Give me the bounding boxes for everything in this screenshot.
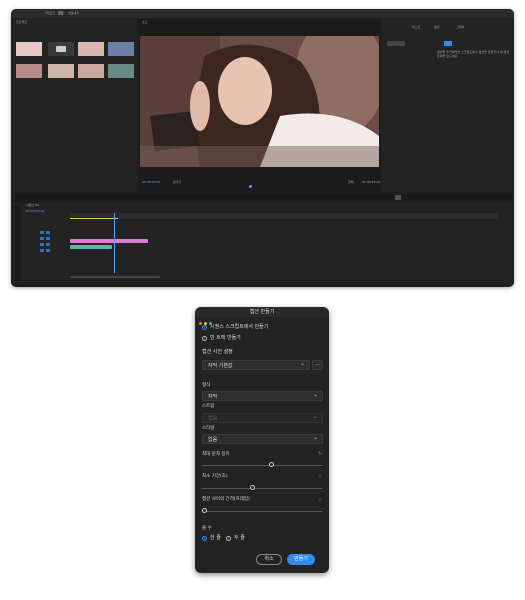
sequence-thumb[interactable] — [108, 64, 134, 78]
work-area-bar[interactable] — [70, 218, 118, 219]
chevron-right-icon: › — [319, 474, 321, 480]
chevron-down-icon: ⌄ — [312, 391, 318, 398]
track-headers — [40, 229, 70, 269]
slider-thumb[interactable] — [250, 485, 255, 490]
lines-label: 줄 수 — [202, 526, 212, 531]
captions-help-text: 캡션을 추가하려면 스크립트에서 캡션을 만들거나 새 캡션 트랙을 만드세요. — [437, 50, 509, 58]
preset-label: 캡션 사전 설정 — [202, 349, 233, 355]
resolution-select[interactable]: 전체 — [348, 180, 354, 184]
dialog-title: 캡션 만들기 — [249, 309, 275, 315]
sequence-tab[interactable]: 시퀀스 01 — [26, 203, 39, 207]
preset-value: 자막 기본값 — [208, 363, 233, 369]
audio-clip[interactable] — [70, 245, 112, 249]
chevron-down-icon: ⌄ — [299, 360, 305, 367]
video-clip[interactable] — [70, 239, 148, 243]
create-caption-button[interactable] — [387, 41, 405, 46]
close-dot[interactable] — [199, 322, 202, 325]
format-label: 형식 — [202, 383, 211, 388]
duration-label: 00:00:15:00 — [362, 180, 381, 184]
timeline-panel: 시퀀스 01 00:00:03:04 — [13, 203, 512, 283]
dialog-titlebar: 캡션 만들기 — [195, 307, 329, 325]
project-tab[interactable]: 프로젝트 — [16, 20, 27, 24]
workspace-toolbar — [13, 194, 512, 211]
folder-icon[interactable] — [48, 42, 74, 56]
slider-thumb[interactable] — [269, 462, 274, 467]
panel-tab-graphics[interactable]: 그래픽 — [456, 25, 464, 29]
panel-tab-captions[interactable]: 캡션 — [434, 25, 440, 29]
time-ruler[interactable] — [70, 213, 498, 219]
gap-slider[interactable] — [202, 508, 323, 513]
media-thumb[interactable] — [78, 64, 104, 78]
preview-photo — [140, 36, 379, 167]
monitor-playhead[interactable] — [249, 185, 252, 188]
project-panel: 프로젝트 — [13, 19, 137, 192]
min-duration-label: 최소 기간(초) — [202, 474, 228, 479]
timeline-playhead[interactable] — [114, 213, 115, 273]
nav-edit[interactable]: 편집 — [58, 11, 64, 15]
preview-timecode[interactable]: 00:00:03:04 — [142, 180, 160, 184]
timeline-timecode[interactable]: 00:00:03:04 — [26, 209, 44, 213]
stream-value: 없음 — [208, 416, 218, 422]
option-empty-label: 빈 트랙 만들기 — [210, 335, 241, 341]
style-value: 없음 — [208, 437, 218, 443]
format-dropdown[interactable]: 자막 ⌄ — [202, 391, 323, 401]
preset-more-button[interactable]: ... — [312, 360, 323, 370]
media-thumb[interactable] — [48, 64, 74, 78]
radio-from-transcript[interactable] — [202, 325, 207, 330]
cancel-button[interactable]: 취소 — [256, 554, 282, 565]
premiere-window: 가져오기 편집 내보내기 프로젝트 소스 00:00:03:04 맞추기 전체 … — [11, 9, 514, 287]
panel-tab-text[interactable]: 텍스트 — [412, 25, 420, 29]
reset-icon[interactable]: ↻ — [318, 451, 322, 457]
max-length-slider[interactable] — [202, 462, 323, 467]
radio-single-line[interactable] — [202, 536, 207, 541]
chevron-down-icon: ⌄ — [312, 413, 318, 420]
toggle-button[interactable] — [395, 195, 401, 200]
media-thumb[interactable] — [16, 42, 42, 56]
stream-label: 스트림 — [202, 404, 215, 409]
create-captions-dialog: 캡션 만들기 시퀀스 스크립트에서 만들기 빈 트랙 만들기 캡션 사전 설정 … — [195, 307, 329, 573]
tools-column[interactable] — [13, 206, 21, 281]
transcript-button[interactable] — [444, 41, 452, 46]
nav-export[interactable]: 내보내기 — [68, 11, 79, 15]
min-duration-slider[interactable] — [202, 485, 323, 490]
option-transcript-label: 시퀀스 스크립트에서 만들기 — [210, 324, 269, 330]
style-label: 스타일 — [202, 426, 215, 431]
stream-dropdown[interactable]: 없음 ⌄ — [202, 413, 323, 423]
preview-image — [140, 36, 379, 167]
radio-double-line[interactable] — [226, 536, 231, 541]
preset-dropdown[interactable]: 자막 기본값 ⌄ — [202, 360, 310, 370]
media-thumb[interactable] — [108, 42, 134, 56]
timeline-scrollbar[interactable] — [70, 276, 160, 278]
media-thumb[interactable] — [16, 64, 42, 78]
double-line-label: 두 줄 — [234, 535, 245, 541]
radio-empty-track[interactable] — [202, 336, 207, 341]
title-bar: 가져오기 편집 내보내기 — [11, 9, 514, 26]
chevron-right-icon: › — [319, 497, 321, 503]
style-dropdown[interactable]: 없음 ⌄ — [202, 434, 323, 444]
nav-import[interactable]: 가져오기 — [44, 11, 55, 15]
create-button[interactable]: 만들기 — [287, 554, 315, 565]
captions-panel: 텍스트 캡션 그래픽 캡션을 추가하려면 스크립트에서 캡션을 만들거나 새 캡… — [382, 19, 512, 192]
gap-label: 캡션 사이의 간격(프레임) — [202, 497, 250, 502]
media-thumb[interactable] — [78, 42, 104, 56]
max-length-label: 최대 문자 길이 — [202, 452, 230, 457]
slider-thumb[interactable] — [202, 508, 207, 513]
single-line-label: 한 줄 — [210, 535, 221, 541]
fit-select[interactable]: 맞추기 — [173, 180, 181, 184]
chevron-down-icon: ⌄ — [312, 434, 318, 441]
format-value: 자막 — [208, 394, 218, 400]
monitor-tab[interactable]: 소스 — [142, 20, 148, 24]
